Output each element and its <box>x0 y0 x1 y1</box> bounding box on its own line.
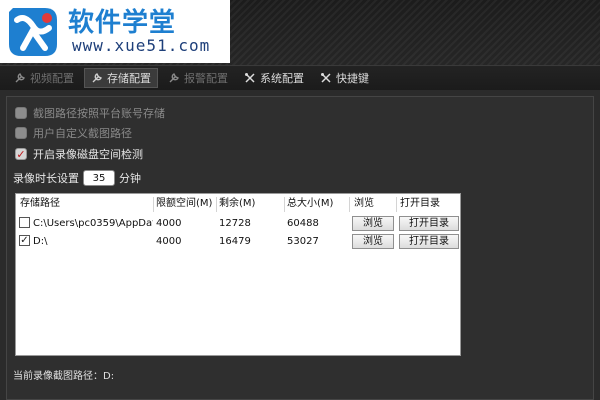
table-row[interactable]: C:\Users\pc0359\AppData\... 4000 12728 6… <box>16 216 460 232</box>
storage-config-panel: 截图路径按照平台账号存储 用户自定义截图路径 ✓ 开启录像磁盘空间检测 录像时长… <box>6 96 594 400</box>
row-total: 60488 <box>287 218 319 229</box>
wrench-icon <box>169 73 179 83</box>
col-header-open: 打开目录 <box>400 198 440 209</box>
row-free: 12728 <box>219 218 251 229</box>
current-recording-path: 当前录像截图路径：D: <box>13 371 115 382</box>
logo-title: 软件学堂 <box>68 8 177 38</box>
tools-icon <box>321 73 331 83</box>
row-checkbox[interactable] <box>19 217 30 228</box>
tab-system-config[interactable]: 系统配置 <box>238 68 310 88</box>
open-directory-button[interactable]: 打开目录 <box>399 234 459 249</box>
row-free: 16479 <box>219 236 251 247</box>
option-label: 开启录像磁盘空间检测 <box>33 148 143 161</box>
checkbox[interactable] <box>15 107 27 119</box>
col-header-path: 存储路径 <box>20 198 60 209</box>
duration-unit: 分钟 <box>119 172 141 185</box>
wrench-icon <box>92 73 102 83</box>
tab-label: 快捷键 <box>336 72 369 85</box>
column-divider <box>153 197 154 212</box>
logo: 软件学堂 www.xue51.com <box>0 0 230 63</box>
tab-storage-config[interactable]: 存储配置 <box>84 68 158 88</box>
duration-input[interactable] <box>83 170 115 186</box>
tab-video-config[interactable]: 视频配置 <box>8 68 80 88</box>
option-custom-screenshot-path[interactable]: 用户自定义截图路径 <box>15 125 132 141</box>
table-header: 存储路径 限额空间(M) 剩余(M) 总大小(M) 浏览 打开目录 <box>16 196 460 212</box>
option-label: 截图路径按照平台账号存储 <box>33 107 165 120</box>
col-header-quota: 限额空间(M) <box>156 198 213 209</box>
tools-icon <box>245 73 255 83</box>
recording-duration-row: 录像时长设置 分钟 <box>13 169 141 187</box>
row-path: D:\ <box>33 236 48 247</box>
tab-label: 存储配置 <box>107 72 151 85</box>
wrench-icon <box>15 73 25 83</box>
browse-button[interactable]: 浏览 <box>352 234 394 249</box>
row-quota: 4000 <box>156 236 182 247</box>
checkmark-icon: ✓ <box>16 147 26 161</box>
table-row[interactable]: ✓ D:\ 4000 16479 53027 浏览 打开目录 <box>16 234 460 250</box>
logo-url: www.xue51.com <box>72 36 211 55</box>
row-path: C:\Users\pc0359\AppData\... <box>33 218 153 229</box>
row-total: 53027 <box>287 236 319 247</box>
row-checkbox[interactable]: ✓ <box>19 235 30 246</box>
checkmark-icon: ✓ <box>20 236 29 246</box>
col-header-free: 剩余(M) <box>219 198 256 209</box>
tab-shortcut-keys[interactable]: 快捷键 <box>314 68 375 88</box>
duration-label: 录像时长设置 <box>13 172 79 185</box>
column-divider <box>349 197 350 212</box>
option-disk-space-check[interactable]: ✓ 开启录像磁盘空间检测 <box>15 146 143 162</box>
column-divider <box>284 197 285 212</box>
col-header-total: 总大小(M) <box>287 198 334 209</box>
option-screenshot-by-account[interactable]: 截图路径按照平台账号存储 <box>15 105 165 121</box>
tab-label: 系统配置 <box>260 72 304 85</box>
row-quota: 4000 <box>156 218 182 229</box>
tab-alarm-config[interactable]: 报警配置 <box>162 68 234 88</box>
browse-button[interactable]: 浏览 <box>352 216 394 231</box>
column-divider <box>216 197 217 212</box>
header-bar: 软件学堂 www.xue51.com <box>0 0 600 66</box>
open-directory-button[interactable]: 打开目录 <box>399 216 459 231</box>
col-header-browse: 浏览 <box>354 198 374 209</box>
storage-path-table: 存储路径 限额空间(M) 剩余(M) 总大小(M) 浏览 打开目录 C:\Use… <box>15 193 461 356</box>
column-divider <box>396 197 397 212</box>
tab-label: 报警配置 <box>184 72 228 85</box>
option-label: 用户自定义截图路径 <box>33 127 132 140</box>
checkbox[interactable]: ✓ <box>15 148 27 160</box>
checkbox[interactable] <box>15 127 27 139</box>
tab-label: 视频配置 <box>30 72 74 85</box>
tab-bar: 视频配置 存储配置 报警配置 系统配置 快捷键 <box>0 66 600 90</box>
logo-mark-icon <box>9 8 57 56</box>
